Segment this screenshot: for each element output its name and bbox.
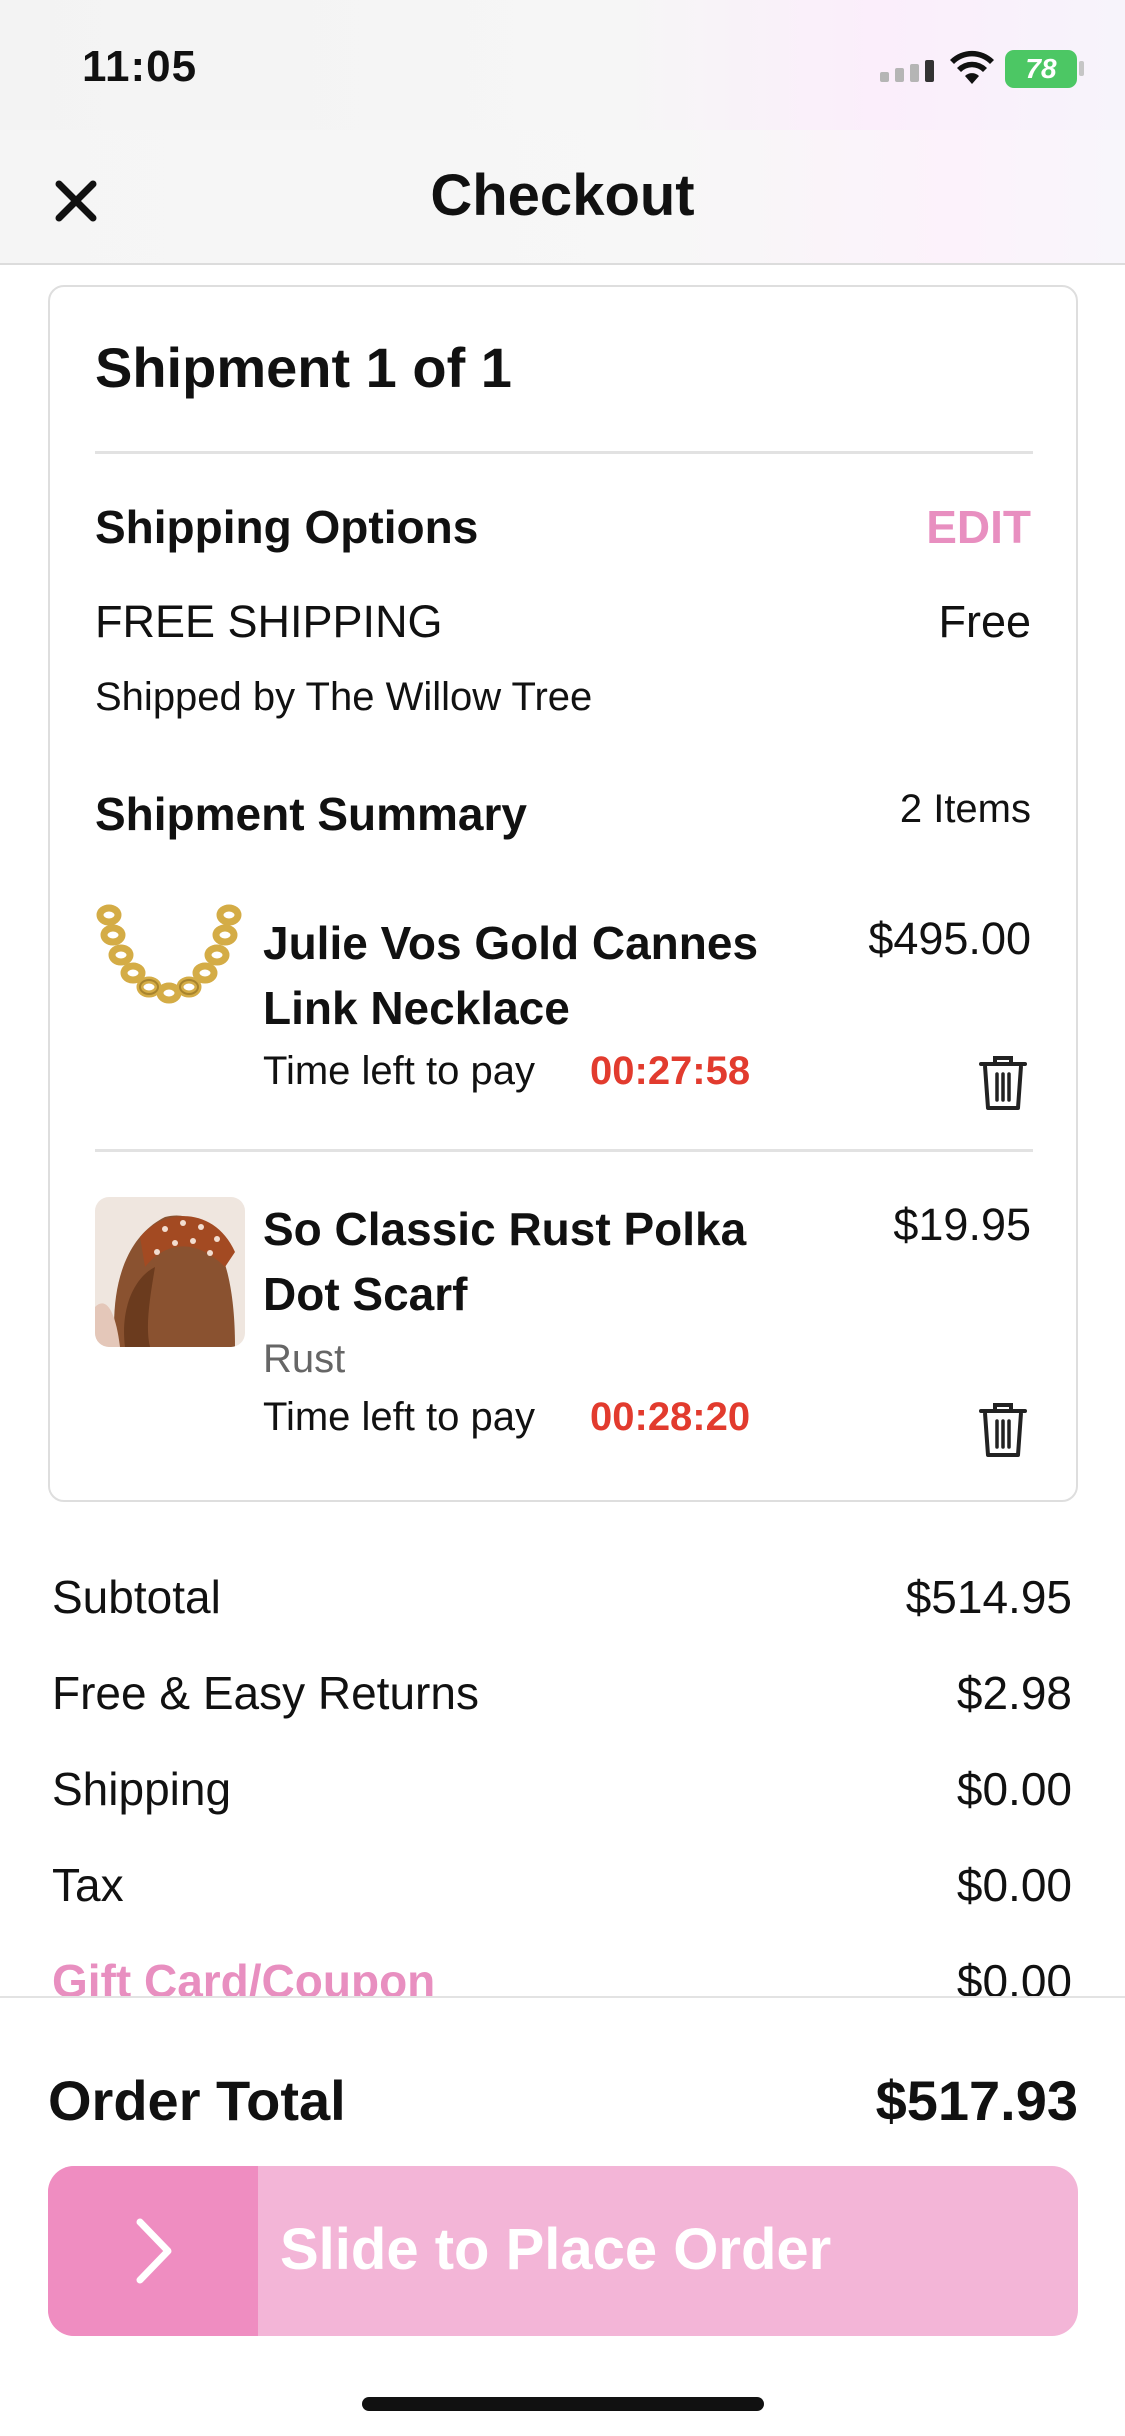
status-time: 11:05 xyxy=(82,42,198,91)
order-total-label: Order Total xyxy=(48,2069,346,2132)
timer-label: Time left to pay xyxy=(263,1395,535,1439)
summary-value: $0.00 xyxy=(956,1859,1072,1911)
slide-to-place-order[interactable]: Slide to Place Order xyxy=(48,2166,1078,2336)
shipping-options-label: Shipping Options xyxy=(95,501,479,553)
summary-value: $0.00 xyxy=(956,1763,1072,1815)
chevron-right-icon xyxy=(136,2218,172,2284)
pay-timer: 00:27:58 xyxy=(590,1049,751,1093)
battery-cap xyxy=(1079,61,1084,76)
item-divider xyxy=(95,1149,1033,1152)
pay-timer: 00:28:20 xyxy=(590,1395,751,1439)
item-price: $495.00 xyxy=(868,913,1031,964)
summary-row-returns: Free & Easy Returns $2.98 xyxy=(52,1666,1072,1720)
page-title: Checkout xyxy=(430,163,695,228)
item-name[interactable]: So Classic Rust Polka Dot Scarf xyxy=(263,1197,793,1327)
summary-label: Subtotal xyxy=(52,1571,221,1623)
scarf-thumbnail[interactable] xyxy=(95,1197,245,1347)
slider-handle[interactable] xyxy=(48,2166,258,2336)
edit-shipping-button[interactable]: EDIT xyxy=(926,500,1031,554)
order-total-row: Order Total $517.93 xyxy=(48,2068,1078,2133)
status-bar: 11:05 78 xyxy=(0,0,1125,130)
summary-value: $2.98 xyxy=(956,1667,1072,1719)
shipment-card: Shipment 1 of 1 Shipping Options EDIT FR… xyxy=(48,285,1078,1502)
summary-label: Shipping xyxy=(52,1763,232,1815)
necklace-image xyxy=(95,897,245,1047)
trash-icon[interactable] xyxy=(975,1052,1031,1112)
summary-row-tax: Tax $0.00 xyxy=(52,1858,1072,1912)
shipping-method-price: Free xyxy=(938,596,1031,647)
divider xyxy=(95,451,1033,454)
necklace-thumbnail[interactable] xyxy=(95,897,245,1047)
battery-icon: 78 xyxy=(1005,50,1077,88)
home-indicator xyxy=(362,2397,764,2411)
item-price: $19.95 xyxy=(893,1199,1031,1250)
summary-row-subtotal: Subtotal $514.95 xyxy=(52,1570,1072,1624)
slider-label: Slide to Place Order xyxy=(280,2217,832,2282)
cellular-signal-icon xyxy=(880,60,934,82)
shipment-title: Shipment 1 of 1 xyxy=(95,336,512,399)
summary-value: $514.95 xyxy=(905,1571,1072,1623)
shipped-by: Shipped by The Willow Tree xyxy=(95,675,593,719)
order-total-value: $517.93 xyxy=(875,2069,1078,2132)
wifi-icon xyxy=(950,50,994,84)
scarf-image xyxy=(95,1197,245,1347)
item-variant: Rust xyxy=(263,1337,346,1381)
item-name[interactable]: Julie Vos Gold Cannes Link Necklace xyxy=(263,911,793,1041)
shipping-method: FREE SHIPPING xyxy=(95,596,443,647)
shipment-summary-label: Shipment Summary xyxy=(95,788,527,840)
summary-label: Free & Easy Returns xyxy=(52,1667,479,1719)
timer-label: Time left to pay xyxy=(263,1049,535,1093)
summary-row-shipping: Shipping $0.00 xyxy=(52,1762,1072,1816)
item-count: 2 Items xyxy=(899,787,1031,831)
trash-icon[interactable] xyxy=(975,1399,1031,1459)
summary-label: Tax xyxy=(52,1859,124,1911)
